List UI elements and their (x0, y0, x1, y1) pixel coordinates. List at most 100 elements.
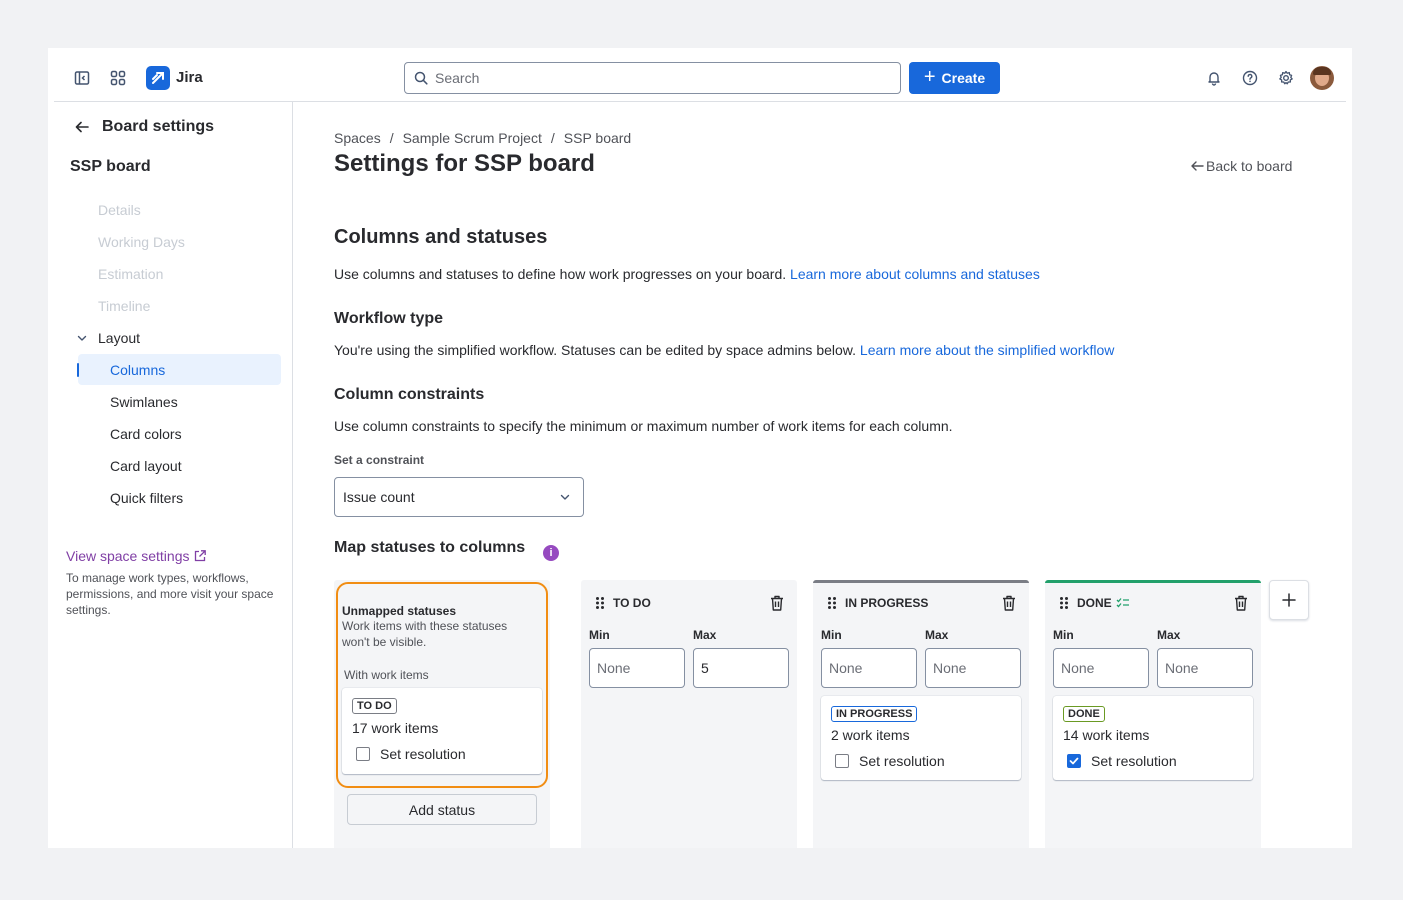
breadcrumb-spaces[interactable]: Spaces (334, 130, 381, 146)
column-header: TO DO (595, 596, 651, 610)
column-done: DONE Min Max None None DONE 14 work item… (1045, 580, 1261, 848)
column-color-bar (1045, 580, 1261, 583)
help-icon[interactable] (1237, 65, 1263, 91)
set-resolution-row[interactable]: Set resolution (1067, 753, 1177, 769)
sidebar-board-name: SSP board (70, 158, 151, 175)
drag-handle-icon[interactable] (595, 596, 605, 610)
checkmark-icon (1069, 757, 1079, 765)
column-header: DONE (1059, 596, 1130, 610)
plus-icon: + (923, 66, 936, 88)
view-space-settings-link[interactable]: View space settings (66, 548, 207, 564)
column-in-progress: IN PROGRESS Min Max None None IN PROGRES… (813, 580, 1029, 848)
map-statuses-title: Map statuses to columns (334, 539, 526, 556)
add-column-button[interactable] (1269, 580, 1309, 620)
sidebar-layout-label: Layout (98, 330, 141, 346)
set-resolution-row[interactable]: Set resolution (835, 753, 945, 769)
add-status-button[interactable]: Add status (347, 794, 537, 825)
trash-icon[interactable] (1001, 594, 1017, 612)
sidebar-item-layout[interactable]: Layout (76, 330, 140, 346)
sidebar-item-working-days: Working Days (98, 234, 185, 250)
drag-handle-icon[interactable] (827, 596, 837, 610)
notifications-bell-icon[interactable] (1201, 65, 1227, 91)
arrow-left-icon (75, 121, 89, 133)
work-item-count: 17 work items (352, 720, 439, 736)
learn-more-columns-link[interactable]: Learn more about columns and statuses (790, 266, 1040, 282)
min-label: Min (821, 628, 842, 642)
column-name: IN PROGRESS (845, 596, 929, 610)
work-item-count: 14 work items (1063, 727, 1150, 743)
arrow-left-icon (1191, 161, 1204, 171)
min-label: Min (1053, 628, 1074, 642)
space-settings-note: To manage work types, workflows, permiss… (66, 571, 274, 617)
workflow-description-text: You're using the simplified workflow. St… (334, 342, 857, 358)
sidebar-item-details: Details (98, 202, 141, 218)
column-header: IN PROGRESS (827, 596, 928, 610)
search-placeholder: Search (435, 70, 480, 86)
create-label: Create (941, 70, 986, 86)
trash-icon[interactable] (769, 594, 785, 612)
learn-more-workflow-link[interactable]: Learn more about the simplified workflow (860, 342, 1114, 358)
min-input[interactable]: None (589, 648, 685, 688)
status-card-todo[interactable]: TO DO 17 work items Set resolution (342, 688, 542, 774)
section-description: Use columns and statuses to define how w… (334, 266, 1040, 282)
app-window: Jira Search + Create Board settings SSP … (48, 48, 1352, 848)
sidebar-item-estimation: Estimation (98, 266, 164, 282)
sidebar-item-swimlanes[interactable]: Swimlanes (110, 394, 178, 410)
chevron-down-icon (560, 494, 570, 500)
sidebar-item-columns[interactable] (78, 354, 281, 385)
status-card-in-progress[interactable]: IN PROGRESS 2 work items Set resolution (821, 696, 1021, 780)
min-input[interactable]: None (821, 648, 917, 688)
sidebar-item-card-layout[interactable]: Card layout (110, 458, 182, 474)
view-space-settings-label: View space settings (66, 548, 190, 564)
jira-logo-icon[interactable] (146, 66, 170, 90)
settings-gear-icon[interactable] (1273, 65, 1299, 91)
page-title: Settings for SSP board (334, 150, 595, 177)
sidebar-title: Board settings (102, 118, 215, 135)
info-icon[interactable]: i (543, 545, 559, 561)
column-color-bar (813, 580, 1029, 583)
sidebar-item-columns-label[interactable]: Columns (110, 362, 165, 378)
status-lozenge: IN PROGRESS (831, 706, 918, 722)
trash-icon[interactable] (1233, 594, 1249, 612)
breadcrumb-board[interactable]: SSP board (564, 130, 631, 146)
sidebar: Board settings SSP board Details Working… (48, 102, 293, 848)
breadcrumb: Spaces / Sample Scrum Project / SSP board (334, 130, 632, 146)
create-button[interactable]: + Create (909, 62, 1000, 94)
unmapped-title: Unmapped statuses (342, 604, 457, 618)
max-input[interactable]: 5 (693, 648, 789, 688)
constraint-select[interactable]: Issue count (334, 477, 584, 517)
user-avatar[interactable] (1310, 66, 1334, 90)
breadcrumb-project[interactable]: Sample Scrum Project (403, 130, 542, 146)
set-resolution-checkbox[interactable] (835, 754, 849, 768)
status-lozenge: TO DO (352, 698, 397, 714)
set-resolution-row[interactable]: Set resolution (356, 746, 466, 762)
with-work-items-label: With work items (344, 668, 429, 682)
column-todo: TO DO Min Max None 5 (581, 580, 797, 848)
max-input[interactable]: None (1157, 648, 1253, 688)
done-checklist-icon (1116, 598, 1129, 608)
back-to-board-link[interactable]: Back to board (1190, 158, 1292, 174)
status-card-done[interactable]: DONE 14 work items Set resolution (1053, 696, 1253, 780)
min-input[interactable]: None (1053, 648, 1149, 688)
column-name: TO DO (613, 596, 651, 610)
set-resolution-checkbox[interactable] (356, 747, 370, 761)
set-resolution-checkbox[interactable] (1067, 754, 1081, 768)
max-label: Max (693, 628, 717, 642)
status-lozenge: DONE (1063, 706, 1105, 722)
min-label: Min (589, 628, 610, 642)
sidebar-item-quick-filters[interactable]: Quick filters (110, 490, 183, 506)
sidebar-toggle-icon[interactable] (69, 65, 95, 91)
column-name: DONE (1077, 596, 1112, 610)
board-settings-back[interactable]: Board settings (74, 118, 214, 136)
drag-handle-icon[interactable] (1059, 596, 1069, 610)
max-label: Max (1157, 628, 1181, 642)
workflow-description: You're using the simplified workflow. St… (334, 342, 1114, 358)
set-resolution-label: Set resolution (859, 753, 945, 769)
app-switcher-icon[interactable] (105, 65, 131, 91)
max-input[interactable]: None (925, 648, 1021, 688)
set-resolution-label: Set resolution (380, 746, 466, 762)
active-indicator (77, 363, 79, 377)
app-name[interactable]: Jira (176, 69, 203, 86)
sidebar-item-card-colors[interactable]: Card colors (110, 426, 182, 442)
search-input[interactable]: Search (404, 62, 901, 94)
